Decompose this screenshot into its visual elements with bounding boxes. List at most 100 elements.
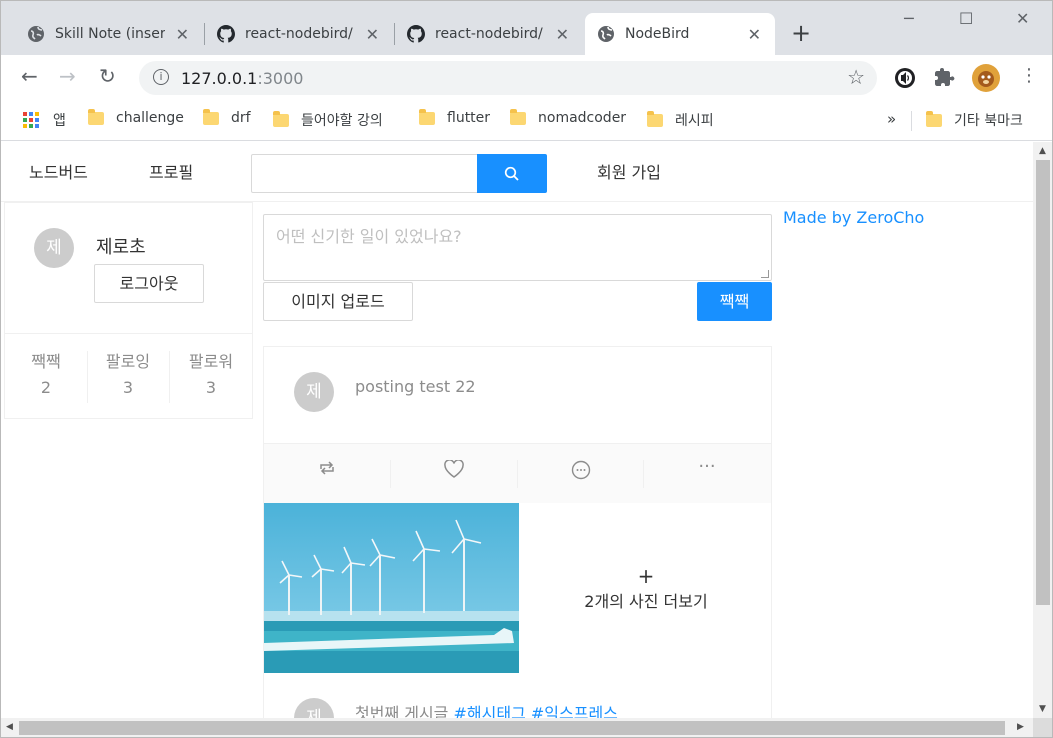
scroll-left-icon[interactable]: ◀ — [6, 722, 13, 732]
logout-button[interactable]: 로그아웃 — [94, 264, 204, 303]
post-content: 첫번째 게시글 #해시태그 #익스프레스 — [355, 700, 618, 718]
bookmarks-overflow-icon[interactable]: » — [887, 110, 896, 128]
close-window-icon[interactable]: ✕ — [1016, 9, 1029, 28]
heart-icon[interactable] — [391, 459, 517, 483]
stat-tweets[interactable]: 짹짹 2 — [5, 349, 87, 401]
github-icon — [407, 25, 425, 43]
bookmark-apps[interactable]: 앱 — [23, 110, 66, 130]
apps-grid-icon — [23, 112, 39, 128]
globe-icon — [598, 26, 614, 42]
bookmark-label: 들어야할 강의 — [301, 113, 383, 129]
scroll-up-icon[interactable]: ▲ — [1039, 146, 1046, 156]
avatar[interactable]: 제 — [294, 698, 334, 718]
menu-item-home[interactable]: 노드버드 — [29, 159, 88, 183]
post-card: 제 posting test 22 ··· — [263, 346, 772, 503]
tab-strip: Skill Note (inser ✕ react-nodebird/ ✕ re… — [1, 1, 1052, 55]
bookmark-folder-nomadcoder[interactable]: nomadcoder — [510, 108, 627, 126]
globe-icon — [28, 26, 44, 42]
stat-followings[interactable]: 팔로잉 3 — [87, 349, 169, 401]
tab-title: NodeBird — [625, 26, 690, 42]
horizontal-scroll-thumb[interactable] — [19, 721, 1005, 735]
scroll-right-icon[interactable]: ▶ — [1017, 722, 1024, 732]
menu-item-signup[interactable]: 회원 가입 — [597, 159, 661, 183]
avatar[interactable]: 제 — [294, 372, 334, 412]
tab-nodebird[interactable]: NodeBird ✕ — [585, 13, 775, 55]
tab-skill-note[interactable]: Skill Note (inser ✕ — [15, 13, 203, 55]
tab-react-nodebird-1[interactable]: react-nodebird/ ✕ — [205, 13, 393, 55]
more-ellipsis-icon[interactable]: ··· — [644, 456, 770, 477]
back-icon[interactable]: ← — [21, 64, 38, 88]
site-info-icon[interactable]: i — [153, 69, 169, 85]
comment-icon[interactable] — [518, 460, 644, 485]
avatar: 제 — [34, 228, 74, 268]
folder-icon — [419, 108, 435, 125]
reload-icon[interactable]: ↻ — [99, 64, 116, 88]
resize-handle-icon[interactable] — [761, 270, 769, 278]
page-viewport: 노드버드 프로필 회원 가입 제 제로초 로그아웃 짹짹 2 팔로잉 3 팔로워 3 … — [1, 142, 1033, 718]
plus-icon: + — [637, 564, 655, 588]
tab-react-nodebird-2[interactable]: react-nodebird/ ✕ — [395, 13, 583, 55]
new-tab-icon[interactable]: + — [791, 19, 811, 47]
browser-toolbar: ← → ↻ i 127.0.0.1:3000 ☆ ⋮ — [1, 55, 1052, 101]
bookmark-star-icon[interactable]: ☆ — [847, 65, 865, 89]
tab-title: react-nodebird/ — [245, 26, 353, 42]
menu-item-profile[interactable]: 프로필 — [149, 159, 193, 183]
post-content: posting test 22 — [355, 377, 476, 396]
bookmark-folder-drf[interactable]: drf — [203, 108, 251, 126]
folder-icon — [926, 110, 942, 127]
vertical-scroll-thumb[interactable] — [1036, 160, 1050, 605]
audio-extension-icon[interactable] — [894, 67, 916, 89]
submit-post-button[interactable]: 짹짹 — [697, 282, 772, 321]
browser-window: Skill Note (inser ✕ react-nodebird/ ✕ re… — [0, 0, 1053, 738]
folder-icon — [273, 110, 289, 127]
top-menu: 노드버드 프로필 회원 가입 — [1, 142, 1033, 202]
stat-followers[interactable]: 팔로워 3 — [170, 349, 252, 401]
bookmarks-bar: 앱 challenge drf 들어야할 강의 flutter nomadcod… — [1, 101, 1052, 141]
profile-avatar-icon[interactable] — [972, 64, 1000, 92]
url-text: 127.0.0.1:3000 — [181, 69, 304, 88]
bookmark-label: drf — [231, 110, 251, 126]
close-tab-icon[interactable]: ✕ — [176, 25, 189, 44]
more-photos-link[interactable]: + 2개의 사진 더보기 — [519, 563, 773, 615]
minimize-icon[interactable]: ─ — [904, 9, 914, 28]
horizontal-scrollbar[interactable]: ◀ ▶ — [1, 718, 1033, 737]
tab-title: react-nodebird/ — [435, 26, 543, 42]
maximize-icon[interactable]: ☐ — [959, 9, 973, 28]
close-tab-icon[interactable]: ✕ — [748, 25, 761, 44]
scrollbar-corner — [1033, 718, 1052, 737]
scroll-down-icon[interactable]: ▼ — [1039, 704, 1046, 714]
bookmark-folder-recipe[interactable]: 레시피 — [647, 110, 714, 130]
bookmarks-divider — [911, 111, 912, 131]
user-nickname: 제로초 — [96, 237, 146, 258]
bookmark-folder-challenge[interactable]: challenge — [88, 108, 184, 126]
close-tab-icon[interactable]: ✕ — [556, 25, 569, 44]
post-placeholder: 어떤 신기한 일이 있었나요? — [276, 227, 462, 246]
forward-icon[interactable]: → — [59, 64, 76, 88]
folder-icon — [510, 108, 526, 125]
post-image[interactable] — [264, 503, 519, 673]
bookmark-label: 앱 — [53, 113, 66, 129]
search-input[interactable] — [251, 154, 479, 193]
bookmark-other[interactable]: 기타 북마크 — [926, 110, 1023, 130]
close-tab-icon[interactable]: ✕ — [366, 25, 379, 44]
more-photos-label: 2개의 사진 더보기 — [584, 592, 708, 611]
post-textarea[interactable]: 어떤 신기한 일이 있었나요? — [263, 214, 772, 281]
user-profile-card: 제 제로초 로그아웃 짹짹 2 팔로잉 3 팔로워 3 — [4, 202, 253, 419]
retweet-icon[interactable] — [264, 460, 390, 481]
search-button[interactable] — [477, 154, 547, 193]
image-upload-button[interactable]: 이미지 업로드 — [263, 282, 413, 321]
bookmark-folder-lectures[interactable]: 들어야할 강의 — [273, 110, 383, 130]
folder-icon — [203, 108, 219, 125]
bookmark-folder-flutter[interactable]: flutter — [419, 108, 490, 126]
chrome-menu-icon[interactable]: ⋮ — [1020, 65, 1038, 86]
credit-link[interactable]: Made by ZeroCho — [783, 208, 924, 227]
bookmark-label: nomadcoder — [538, 110, 627, 126]
hashtag-link[interactable]: #해시태그 #익스프레스 — [454, 704, 618, 718]
tab-title: Skill Note (inser — [55, 26, 165, 42]
vertical-scrollbar[interactable]: ▲ ▼ — [1033, 142, 1052, 718]
address-bar[interactable]: i 127.0.0.1:3000 ☆ — [139, 61, 877, 95]
extensions-puzzle-icon[interactable] — [934, 67, 956, 89]
bookmark-label: 레시피 — [675, 113, 714, 129]
card-divider — [5, 333, 252, 334]
bookmark-label: 기타 북마크 — [954, 113, 1023, 129]
